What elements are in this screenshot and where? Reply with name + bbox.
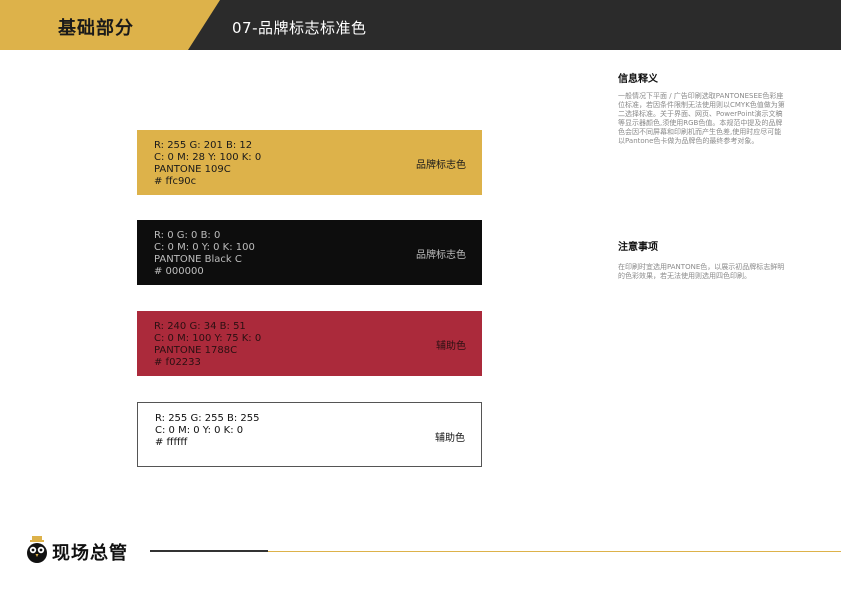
- caution-title: 注意事项: [618, 242, 658, 253]
- swatch-rgb: R: 255 G: 255 B: 255: [155, 413, 260, 424]
- swatch-role: 辅助色: [436, 341, 466, 352]
- swatch-role: 辅助色: [435, 433, 465, 444]
- logo-text: 现场总管: [52, 543, 128, 564]
- swatch-cmyk: C: 0 M: 0 Y: 0 K: 0: [155, 425, 244, 436]
- swatch-rgb: R: 0 G: 0 B: 0: [154, 230, 221, 241]
- swatch-hex: # 000000: [154, 266, 204, 277]
- header-bar: 基础部分 07-品牌标志标准色: [0, 0, 841, 50]
- swatch-hex: # ffc90c: [154, 176, 197, 187]
- color-swatch-gold: R: 255 G: 201 B: 12 C: 0 M: 28 Y: 100 K:…: [137, 130, 482, 195]
- swatch-info: R: 255 G: 201 B: 12 C: 0 M: 28 Y: 100 K:…: [154, 140, 261, 188]
- info-body: 一般情况下平面 / 广告印刷选取PANTONESEE色彩座位标准，若因条件限制无…: [618, 92, 785, 145]
- swatch-role: 品牌标志色: [416, 250, 466, 261]
- swatch-cmyk: C: 0 M: 28 Y: 100 K: 0: [154, 152, 262, 163]
- swatch-pantone: PANTONE 1788C: [154, 345, 238, 356]
- caution-body: 在印刷时宜选用PANTONE色，以展示初品牌标志鲜明的色彩效果，若无法使用则选用…: [618, 263, 785, 280]
- swatch-role: 品牌标志色: [416, 160, 466, 171]
- swatch-pantone: PANTONE 109C: [154, 164, 231, 175]
- swatch-pantone: PANTONE Black C: [154, 254, 242, 265]
- swatch-rgb: R: 255 G: 201 B: 12: [154, 140, 253, 151]
- swatch-cmyk: C: 0 M: 100 Y: 75 K: 0: [154, 333, 262, 344]
- swatch-info: R: 0 G: 0 B: 0 C: 0 M: 0 Y: 0 K: 100 PAN…: [154, 230, 255, 278]
- footer-divider-dark: [150, 550, 268, 552]
- color-swatch-white: R: 255 G: 255 B: 255 C: 0 M: 0 Y: 0 K: 0…: [137, 402, 482, 467]
- swatch-hex: # ffffff: [155, 437, 188, 448]
- color-swatch-black: R: 0 G: 0 B: 0 C: 0 M: 0 Y: 0 K: 100 PAN…: [137, 220, 482, 285]
- info-title: 信息释义: [618, 74, 658, 85]
- section-title: 基础部分: [58, 18, 134, 39]
- swatch-rgb: R: 240 G: 34 B: 51: [154, 321, 246, 332]
- page-title: 07-品牌标志标准色: [232, 19, 367, 37]
- swatch-info: R: 255 G: 255 B: 255 C: 0 M: 0 Y: 0 K: 0…: [155, 413, 260, 449]
- owl-logo-icon: [27, 536, 47, 563]
- swatch-cmyk: C: 0 M: 0 Y: 0 K: 100: [154, 242, 255, 253]
- footer-divider-gold: [268, 551, 841, 552]
- color-swatch-red: R: 240 G: 34 B: 51 C: 0 M: 100 Y: 75 K: …: [137, 311, 482, 376]
- swatch-hex: # f02233: [154, 357, 201, 368]
- swatch-info: R: 240 G: 34 B: 51 C: 0 M: 100 Y: 75 K: …: [154, 321, 261, 369]
